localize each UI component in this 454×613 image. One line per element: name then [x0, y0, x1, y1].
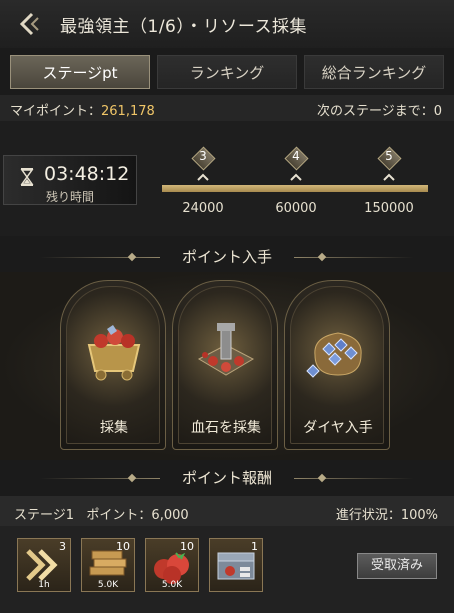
- my-points: マイポイント：261,178: [10, 100, 155, 119]
- ore-cart-icon: [87, 325, 141, 381]
- tab-stage-pt[interactable]: ステージpt: [10, 55, 150, 89]
- tab-bar: ステージpt ランキング 総合ランキング: [10, 55, 444, 89]
- gain-cards: 採集 血石を採集 ダイヤ入手: [0, 272, 454, 460]
- milestone-score: 60000: [275, 201, 317, 216]
- reward-item[interactable]: 1: [209, 538, 263, 592]
- reward-count: 3: [59, 540, 66, 553]
- divider: [40, 478, 160, 479]
- timer-label: 残り時間: [46, 190, 95, 204]
- tab-ranking[interactable]: ランキング: [157, 55, 297, 89]
- reward-sub: 5.0K: [161, 580, 183, 590]
- points-bar: マイポイント：261,178 次のステージまで：0: [0, 95, 454, 121]
- milestone-score: 150000: [364, 201, 414, 216]
- timer-value: 03:48:12: [44, 163, 130, 185]
- reward-item[interactable]: 3 1h: [17, 538, 71, 592]
- hourglass-icon: [20, 168, 34, 186]
- divider: [294, 478, 414, 479]
- chevron-up-icon: [383, 173, 395, 181]
- header-bar: 最強領主（1/6）・リソース採集: [0, 0, 454, 48]
- reward-row: 3 1h 10 5.0K 10 5.0K 1 受取済み: [0, 526, 454, 613]
- divider: [40, 257, 160, 258]
- milestone-stage: 5: [385, 149, 393, 163]
- card-label: 採集: [100, 420, 128, 436]
- reward-header: ステージ1 ポイント：6,000 進行状況：100%: [0, 496, 454, 526]
- card-gather[interactable]: 採集: [60, 280, 166, 450]
- reward-count: 10: [116, 540, 130, 553]
- milestone-marker: 5: [377, 146, 402, 171]
- back-arrow-icon[interactable]: [14, 10, 42, 38]
- diamond-sack-icon: [306, 332, 362, 378]
- milestone-stage: 3: [199, 149, 207, 163]
- divider: [294, 257, 414, 258]
- chevron-up-icon: [197, 173, 209, 181]
- reward-item[interactable]: 10 5.0K: [145, 538, 199, 592]
- milestone-stage: 4: [292, 149, 300, 163]
- progress-track: [162, 185, 428, 192]
- reward-status: 進行状況：100%: [335, 508, 438, 523]
- card-label: ダイヤ入手: [303, 420, 373, 436]
- reward-sub: 1h: [38, 580, 50, 590]
- bloodstone-drill-icon: [197, 323, 255, 376]
- card-bloodstone[interactable]: 血石を採集: [172, 280, 278, 450]
- reward-stage-label: ステージ1: [14, 508, 75, 523]
- next-stage-text: 次のステージまで：0: [316, 104, 442, 119]
- timer-box: 03:48:12 残り時間: [3, 155, 137, 205]
- milestone-marker: 4: [284, 146, 309, 171]
- reward-points-label: ポイント：6,000: [86, 508, 189, 523]
- reward-count: 1: [251, 540, 258, 553]
- milestone-marker: 3: [191, 146, 216, 171]
- reward-count: 10: [180, 540, 194, 553]
- card-label: 血石を採集: [191, 420, 261, 436]
- my-points-value: 261,178: [101, 104, 155, 119]
- card-diamond[interactable]: ダイヤ入手: [284, 280, 390, 450]
- claim-button[interactable]: 受取済み: [357, 553, 437, 579]
- tab-overall-ranking[interactable]: 総合ランキング: [304, 55, 444, 89]
- reward-sub: 5.0K: [97, 580, 119, 590]
- reward-item[interactable]: 10 5.0K: [81, 538, 135, 592]
- progress-area: 03:48:12 残り時間 3 24000 4 60000 5 150000: [0, 121, 454, 236]
- chevron-up-icon: [290, 173, 302, 181]
- page-title: 最強領主（1/6）・リソース採集: [60, 17, 308, 37]
- my-points-label: マイポイント：: [10, 104, 102, 119]
- reward-stage-info: ステージ1 ポイント：6,000: [14, 504, 189, 523]
- milestone-score: 24000: [182, 201, 224, 216]
